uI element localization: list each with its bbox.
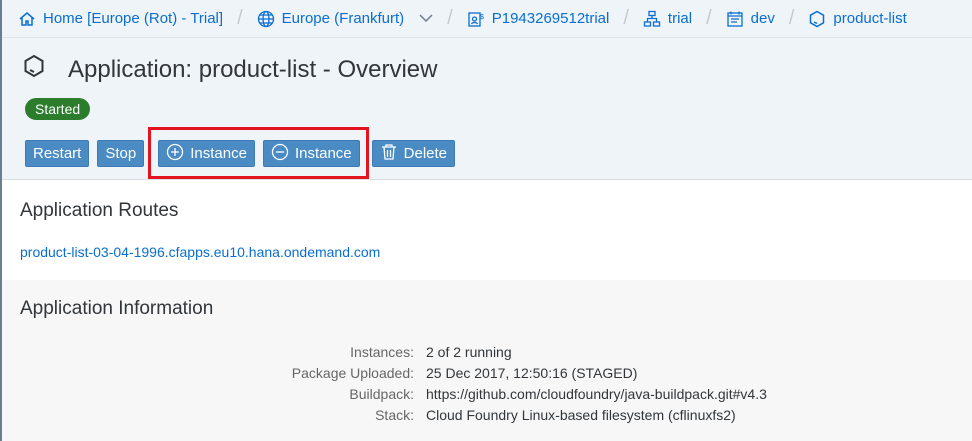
separator: / [447,7,453,29]
info-value: Cloud Foundry Linux-based filesystem (cf… [426,407,736,423]
breadcrumb-org[interactable]: trial [643,10,692,28]
stop-label: Stop [105,145,137,162]
separator: / [706,7,712,29]
info-list: Instances: 2 of 2 running Package Uploade… [20,344,954,423]
home-icon [18,10,36,28]
restart-label: Restart [33,145,82,162]
highlight-box [148,127,369,179]
info-label: Package Uploaded: [291,365,414,381]
breadcrumb: Home [Europe (Rot) - Trial] / Europe (Fr… [2,0,972,38]
restart-button[interactable]: Restart [25,140,90,167]
info-value: 2 of 2 running [426,344,512,360]
info-label: Stack: [375,407,414,423]
routes-section: Application Routes product-list-03-04-19… [2,180,972,280]
info-value: 25 Dec 2017, 12:50:16 (STAGED) [426,365,638,381]
org-icon [643,10,661,28]
delete-button[interactable]: Delete [371,140,456,167]
page-title-row: Application: product-list - Overview [22,54,437,85]
info-title: Application Information [20,298,214,319]
breadcrumb-account[interactable]: $ P1943269512trial [467,10,610,28]
info-label: Buildpack: [349,386,414,402]
page-title: Application: product-list - Overview [68,55,438,83]
app-icon [22,54,46,85]
breadcrumb-space[interactable]: dev [726,10,775,28]
info-section: Application Information Instances: 2 of 2… [2,280,972,441]
breadcrumb-label: Europe (Frankfurt) [281,10,405,27]
info-value: https://github.com/cloudfoundry/java-bui… [426,386,767,402]
breadcrumb-app[interactable]: product-list [808,10,907,28]
route-link[interactable]: product-list-03-04-1996.cfapps.eu10.hana… [20,244,954,260]
routes-title: Application Routes [20,200,179,221]
separator: / [623,7,629,29]
breadcrumb-label: Home [Europe (Rot) - Trial] [43,10,224,27]
globe-icon [257,10,275,28]
stop-button[interactable]: Stop [97,140,145,167]
status-badge: Started [25,98,91,120]
breadcrumb-label: product-list [833,10,907,27]
space-icon [726,10,744,28]
breadcrumb-label: trial [667,10,693,27]
breadcrumb-home[interactable]: Home [Europe (Rot) - Trial] [18,10,223,28]
trash-icon [380,143,398,165]
svg-text:$: $ [480,14,484,21]
account-icon: $ [467,10,485,28]
breadcrumb-label: P1943269512trial [491,10,610,27]
separator: / [237,7,243,29]
breadcrumb-region[interactable]: Europe (Frankfurt) [257,10,434,28]
page-header: Home [Europe (Rot) - Trial] / Europe (Fr… [2,0,972,180]
separator: / [788,7,795,29]
app-icon [808,10,826,28]
breadcrumb-label: dev [750,10,775,27]
chevron-down-icon[interactable] [419,10,433,27]
info-label: Instances: [350,344,414,360]
delete-label: Delete [403,145,448,162]
